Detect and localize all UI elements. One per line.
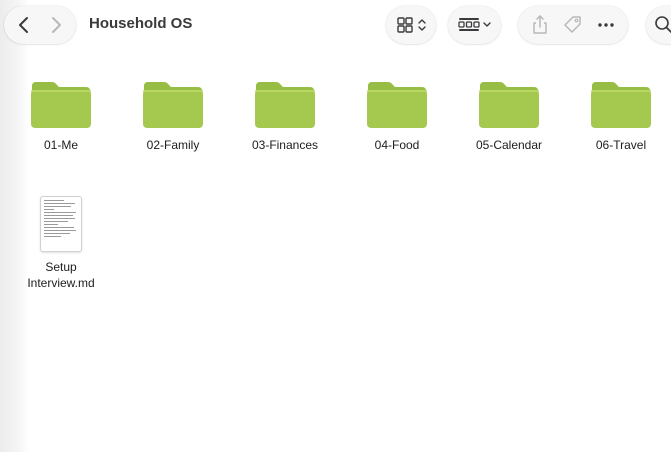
folder-icon <box>143 82 203 128</box>
folder-item[interactable]: 02-Family <box>117 70 229 153</box>
folder-icon <box>479 82 539 128</box>
item-label: Setup Interview.md <box>27 260 95 290</box>
folder-item[interactable]: 06-Travel <box>565 70 671 153</box>
item-label: 03-Finances <box>251 138 319 152</box>
item-label: 01-Me <box>43 138 78 152</box>
folder-icon <box>367 82 427 128</box>
chevron-right-icon <box>52 17 61 33</box>
item-label: 06-Travel <box>595 138 647 152</box>
chevron-left-icon <box>19 17 28 33</box>
group-by-icon <box>457 18 491 31</box>
item-label: 04-Food <box>374 138 420 152</box>
search-button[interactable] <box>646 6 671 44</box>
share-button[interactable] <box>529 14 551 36</box>
folder-item[interactable]: 03-Finances <box>229 70 341 153</box>
navigation-group <box>4 6 76 44</box>
group-by-button[interactable] <box>448 6 501 44</box>
document-thumbnail <box>40 196 82 252</box>
folder-icon <box>591 82 651 128</box>
tag-icon <box>564 16 581 33</box>
tag-button[interactable] <box>562 14 584 36</box>
view-mode-button[interactable] <box>386 6 436 44</box>
folder-item[interactable]: 05-Calendar <box>453 70 565 153</box>
item-label: 05-Calendar <box>475 138 543 152</box>
back-button[interactable] <box>13 14 35 36</box>
window-title: Household OS <box>89 15 193 32</box>
forward-button[interactable] <box>45 14 67 36</box>
actions-group <box>518 6 628 44</box>
more-button[interactable] <box>595 14 617 36</box>
folder-icon <box>31 82 91 128</box>
share-icon <box>533 15 548 34</box>
document-item[interactable]: Setup Interview.md <box>5 192 117 291</box>
folder-icon <box>255 82 315 128</box>
folder-item[interactable]: 04-Food <box>341 70 453 153</box>
toolbar: Household OS <box>0 0 671 50</box>
ellipsis-icon <box>597 23 614 27</box>
search-icon <box>655 16 671 33</box>
item-label: 02-Family <box>146 138 200 152</box>
icon-grid-view-icon <box>397 17 426 33</box>
folder-item[interactable]: 01-Me <box>5 70 117 153</box>
